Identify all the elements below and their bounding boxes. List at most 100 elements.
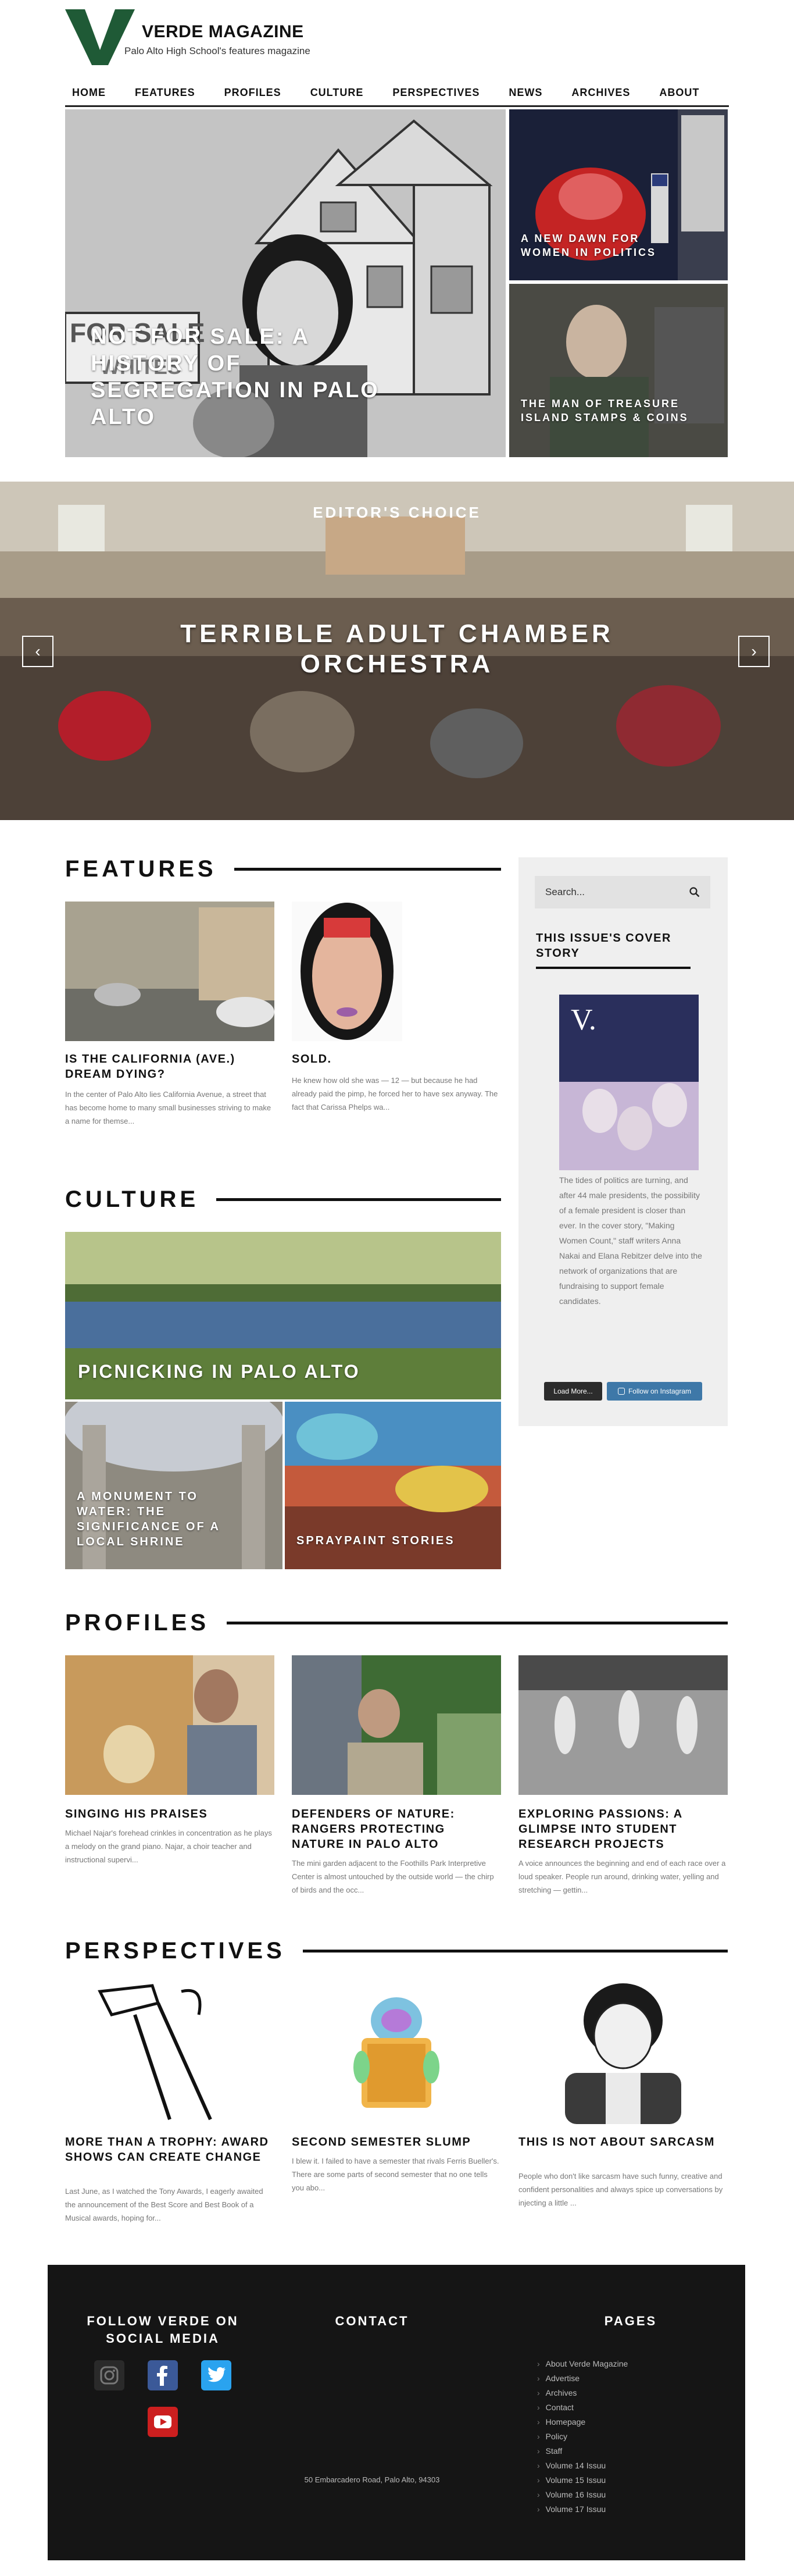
slider-next-button[interactable]: ›: [738, 636, 770, 667]
footer-page-link[interactable]: Advertise: [537, 2371, 628, 2386]
culture-main-story[interactable]: PICNICKING IN PALO ALTO: [65, 1232, 501, 1399]
feature-card-california-image[interactable]: [65, 902, 274, 1041]
hero-story-women-politics[interactable]: A NEW DAWN FOR WOMEN IN POLITICS: [509, 109, 728, 280]
instagram-small-icon: [617, 1388, 625, 1395]
footer-page-link[interactable]: Contact: [537, 2400, 628, 2415]
youtube-icon[interactable]: [148, 2407, 178, 2437]
feature-card-sold-image[interactable]: [292, 902, 402, 1041]
hero-main-title[interactable]: NOT FOR SALE: A HISTORY OF SEGREGATION I…: [91, 323, 381, 430]
perspectives-section-header: PERSPECTIVES: [65, 1938, 728, 1964]
culture-rule: [216, 1198, 501, 1201]
footer-page-link[interactable]: Staff: [537, 2444, 628, 2459]
ranger-photo: [292, 1655, 501, 1795]
profile-card-rangers-image[interactable]: [292, 1655, 501, 1795]
perspective-card-trophy-image[interactable]: [65, 1980, 274, 2124]
sarcasm-illustration: [565, 1983, 681, 2124]
culture-heading[interactable]: CULTURE: [65, 1187, 216, 1213]
footer-pages-list: About Verde Magazine Advertise Archives …: [537, 2357, 628, 2517]
nav-archives[interactable]: ARCHIVES: [564, 87, 630, 99]
feature-card-sold-excerpt: He knew how old she was — 12 — but becau…: [292, 1076, 498, 1111]
feature-card-sold-title[interactable]: SOLD.: [292, 1052, 501, 1067]
feature-card-california-title[interactable]: IS THE CALIFORNIA (AVE.) DREAM DYING?: [65, 1052, 274, 1082]
profile-card-research-title[interactable]: EXPLORING PASSIONS: A GLIMPSE INTO STUDE…: [518, 1807, 728, 1852]
slump-illustration: [353, 1997, 439, 2108]
cover-story-heading: THIS ISSUE'S COVER STORY: [536, 932, 671, 960]
perspective-card-slump-title[interactable]: SECOND SEMESTER SLUMP: [292, 2135, 501, 2150]
perspective-card-sarcasm-image[interactable]: [518, 1980, 728, 2124]
site-tagline: Palo Alto High School's features magazin…: [124, 45, 310, 56]
slider-prev-button[interactable]: ‹: [22, 636, 53, 667]
main-nav: HOME FEATURES PROFILES CULTURE PERSPECTI…: [65, 80, 729, 107]
perspective-card-slump-excerpt: I blew it. I failed to have a semester t…: [292, 2157, 499, 2192]
culture-main-title[interactable]: PICNICKING IN PALO ALTO: [78, 1360, 485, 1383]
twitter-icon[interactable]: [201, 2360, 231, 2390]
culture-story-monument[interactable]: A MONUMENT TO WATER: THE SIGNIFICANCE OF…: [65, 1402, 282, 1569]
culture-monument-title[interactable]: A MONUMENT TO WATER: THE SIGNIFICANCE OF…: [77, 1489, 228, 1549]
nav-profiles[interactable]: PROFILES: [217, 87, 281, 99]
choir-teacher-photo: [65, 1655, 274, 1795]
features-section-header: FEATURES: [65, 856, 501, 882]
editors-choice-label: EDITOR'S CHOICE: [313, 504, 481, 521]
footer-address: 50 Embarcadero Road, Palo Alto, 94303: [304, 2475, 440, 2484]
search-input[interactable]: Search...: [545, 886, 585, 898]
load-more-button[interactable]: Load More...: [544, 1382, 602, 1401]
trophy-illustration: [98, 1984, 212, 2121]
site-brand[interactable]: VERDE MAGAZINE: [142, 22, 304, 42]
hero-story-stamps-coins[interactable]: THE MAN OF TREASURE ISLAND STAMPS & COIN…: [509, 284, 728, 457]
cover-illustration: V.: [559, 995, 699, 1170]
nav-news[interactable]: NEWS: [502, 87, 542, 99]
feature-card-california-excerpt: In the center of Palo Alto lies Californ…: [65, 1090, 271, 1125]
footer-page-link[interactable]: About Verde Magazine: [537, 2357, 628, 2371]
nav-home[interactable]: HOME: [65, 87, 106, 99]
features-rule: [234, 867, 501, 871]
hero-women-politics-title[interactable]: A NEW DAWN FOR WOMEN IN POLITICS: [521, 231, 672, 259]
footer-page-link[interactable]: Volume 15 Issuu: [537, 2473, 628, 2488]
culture-section-header: CULTURE: [65, 1187, 501, 1213]
nav-features[interactable]: FEATURES: [128, 87, 195, 99]
perspectives-heading[interactable]: PERSPECTIVES: [65, 1938, 303, 1964]
hero-stamps-coins-image: [509, 284, 728, 457]
culture-story-spraypaint[interactable]: SPRAYPAINT STORIES: [285, 1402, 501, 1569]
sold-illustration: [301, 903, 394, 1040]
search-box[interactable]: Search...: [535, 876, 710, 908]
editors-choice-title[interactable]: TERRIBLE ADULT CHAMBER ORCHESTRA: [151, 619, 643, 679]
search-icon[interactable]: [689, 887, 700, 897]
footer-page-link[interactable]: Volume 17 Issuu: [537, 2502, 628, 2517]
profile-card-singing-image[interactable]: [65, 1655, 274, 1795]
california-ave-photo: [65, 902, 274, 1041]
profile-card-singing-title[interactable]: SINGING HIS PRAISES: [65, 1807, 274, 1822]
runners-photo: [518, 1655, 728, 1795]
footer-page-link[interactable]: Volume 16 Issuu: [537, 2488, 628, 2502]
cover-story-text: The tides of politics are turning, and a…: [559, 1175, 702, 1306]
footer-page-link[interactable]: Policy: [537, 2429, 628, 2444]
profile-card-rangers-title[interactable]: DEFENDERS OF NATURE: RANGERS PROTECTING …: [292, 1807, 501, 1852]
features-heading[interactable]: FEATURES: [65, 856, 234, 882]
follow-instagram-button[interactable]: Follow on Instagram: [607, 1382, 702, 1401]
hero-main-story[interactable]: FOR SALE WHITES NOT FOR SALE: A HISTORY …: [65, 109, 506, 457]
nav-about[interactable]: ABOUT: [652, 87, 699, 99]
follow-instagram-label: Follow on Instagram: [628, 1387, 692, 1395]
nav-perspectives[interactable]: PERSPECTIVES: [385, 87, 480, 99]
perspective-card-slump-image[interactable]: [292, 1980, 501, 2124]
perspective-card-trophy-title[interactable]: MORE THAN A TROPHY: AWARD SHOWS CAN CREA…: [65, 2135, 274, 2165]
cover-image[interactable]: V.: [559, 995, 699, 1170]
perspective-card-trophy-excerpt: Last June, as I watched the Tony Awards,…: [65, 2187, 263, 2222]
cover-story-rule: [536, 967, 691, 969]
profile-card-research-image[interactable]: [518, 1655, 728, 1795]
culture-spraypaint-title[interactable]: SPRAYPAINT STORIES: [296, 1533, 482, 1548]
perspectives-rule: [302, 1949, 728, 1953]
profiles-rule: [227, 1621, 728, 1624]
footer-page-link[interactable]: Homepage: [537, 2415, 628, 2429]
profiles-heading[interactable]: PROFILES: [65, 1610, 227, 1636]
hero-stamps-coins-title[interactable]: THE MAN OF TREASURE ISLAND STAMPS & COIN…: [521, 397, 707, 425]
footer-social-heading: FOLLOW VERDE ON SOCIAL MEDIA: [87, 2314, 239, 2346]
profiles-section-header: PROFILES: [65, 1610, 728, 1636]
perspective-card-sarcasm-excerpt: People who don't like sarcasm have such …: [518, 2172, 723, 2207]
footer-page-link[interactable]: Archives: [537, 2386, 628, 2400]
profile-card-research-excerpt: A voice announces the beginning and end …: [518, 1859, 726, 1894]
footer-page-link[interactable]: Volume 14 Issuu: [537, 2459, 628, 2473]
facebook-icon[interactable]: [148, 2360, 178, 2390]
instagram-icon[interactable]: [94, 2360, 124, 2390]
perspective-card-sarcasm-title[interactable]: THIS IS NOT ABOUT SARCASM: [518, 2135, 728, 2150]
nav-culture[interactable]: CULTURE: [303, 87, 364, 99]
